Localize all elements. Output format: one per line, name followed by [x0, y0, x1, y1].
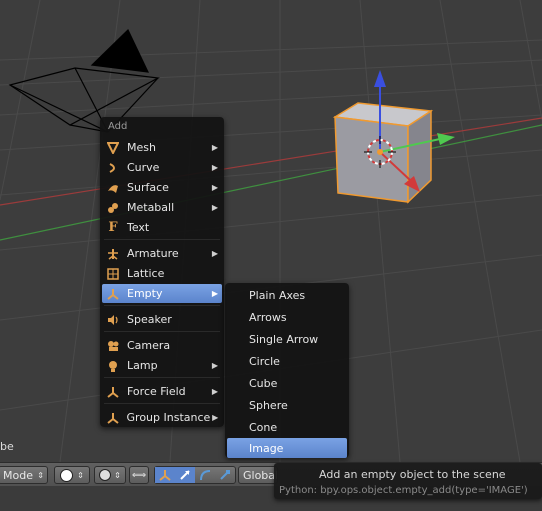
tooltip-description: Add an empty object to the scene [319, 468, 506, 481]
tooltip-python: Python: bpy.ops.object.empty_add(type='I… [279, 485, 528, 496]
menu-item-lamp[interactable]: Lamp ▶ [102, 356, 222, 375]
pivot-center-icon: ⟺ [131, 469, 147, 481]
mesh-icon [105, 140, 121, 156]
dropdown-arrows-icon: ⇕ [77, 470, 84, 480]
menu-item-mesh[interactable]: Mesh ▶ [102, 138, 222, 157]
curve-icon [105, 160, 121, 176]
mode-label: Mode [3, 468, 33, 482]
lamp-icon [105, 358, 121, 374]
menu-item-camera[interactable]: Camera [102, 336, 222, 355]
add-menu-title: Add [108, 121, 128, 132]
menu-item-empty[interactable]: Empty ▶ [102, 284, 222, 303]
submenu-item-sphere[interactable]: Sphere [227, 395, 347, 415]
chevron-right-icon: ▶ [212, 413, 219, 422]
dropdown-arrows-icon: ⇕ [114, 470, 121, 480]
armature-icon [105, 246, 121, 262]
submenu-item-cube[interactable]: Cube [227, 373, 347, 393]
transform-orientation-selector[interactable]: Global [238, 466, 278, 484]
force-field-icon [105, 384, 121, 400]
menu-item-metaball[interactable]: Metaball ▶ [102, 198, 222, 217]
chevron-right-icon: ▶ [211, 361, 219, 370]
menu-divider [104, 305, 220, 306]
menu-item-text[interactable]: F Text [102, 218, 222, 237]
chevron-right-icon: ▶ [211, 183, 219, 192]
pivot-point-selector[interactable]: ⇕ [94, 466, 126, 484]
translate-arrow-icon[interactable] [175, 467, 195, 483]
chevron-right-icon: ▶ [211, 143, 219, 152]
group-instance-icon [105, 410, 121, 426]
menu-item-speaker[interactable]: Speaker [102, 310, 222, 329]
submenu-item-arrows[interactable]: Arrows [227, 307, 347, 327]
empty-submenu: Plain Axes Arrows Single Arrow Circle Cu… [225, 283, 349, 458]
manipulator-buttons [154, 466, 236, 484]
chevron-right-icon: ▶ [211, 163, 219, 172]
pivot-icon [99, 469, 112, 481]
menu-divider [104, 239, 220, 240]
menu-item-curve[interactable]: Curve ▶ [102, 158, 222, 177]
surface-icon [105, 180, 121, 196]
x-axis-line [0, 117, 542, 206]
object-name-label: be [0, 440, 14, 453]
chevron-right-icon: ▶ [211, 203, 219, 212]
mode-selector[interactable]: Mode ⇕ [0, 466, 48, 484]
menu-divider [104, 331, 220, 332]
manipulator-toggle-icon[interactable] [155, 467, 175, 483]
viewport-shading-selector[interactable]: ⇕ [54, 466, 90, 484]
add-menu: Add Mesh ▶ Curve ▶ Surface ▶ Metaball ▶ … [100, 117, 224, 427]
menu-item-group-instance[interactable]: Group Instance ▶ [102, 408, 222, 427]
menu-divider [104, 403, 220, 404]
rotate-arc-icon[interactable] [195, 467, 215, 483]
empty-icon [105, 286, 121, 302]
menu-item-surface[interactable]: Surface ▶ [102, 178, 222, 197]
submenu-item-circle[interactable]: Circle [227, 351, 347, 371]
tooltip: Add an empty object to the scene Python:… [274, 463, 542, 499]
camera-icon [105, 338, 121, 354]
scale-icon[interactable] [215, 467, 235, 483]
chevron-right-icon: ▶ [211, 387, 219, 396]
speaker-icon [105, 312, 121, 328]
menu-item-armature[interactable]: Armature ▶ [102, 244, 222, 263]
chevron-right-icon: ▶ [211, 249, 219, 258]
submenu-item-cone[interactable]: Cone [227, 417, 347, 437]
chevron-right-icon: ▶ [211, 289, 219, 298]
menu-item-force-field[interactable]: Force Field ▶ [102, 382, 222, 401]
orientation-label: Global [243, 468, 279, 482]
pivot-center-toggle[interactable]: ⟺ [129, 466, 149, 484]
lattice-icon [105, 266, 121, 282]
menu-item-lattice[interactable]: Lattice [102, 264, 222, 283]
text-icon: F [108, 220, 118, 235]
metaball-icon [105, 200, 121, 216]
solid-shading-icon [60, 468, 74, 482]
submenu-item-single-arrow[interactable]: Single Arrow [227, 329, 347, 349]
dropdown-arrows-icon: ⇕ [37, 470, 44, 480]
submenu-item-plain-axes[interactable]: Plain Axes [227, 285, 347, 305]
menu-divider [104, 377, 220, 378]
submenu-item-image[interactable]: Image [227, 438, 347, 458]
